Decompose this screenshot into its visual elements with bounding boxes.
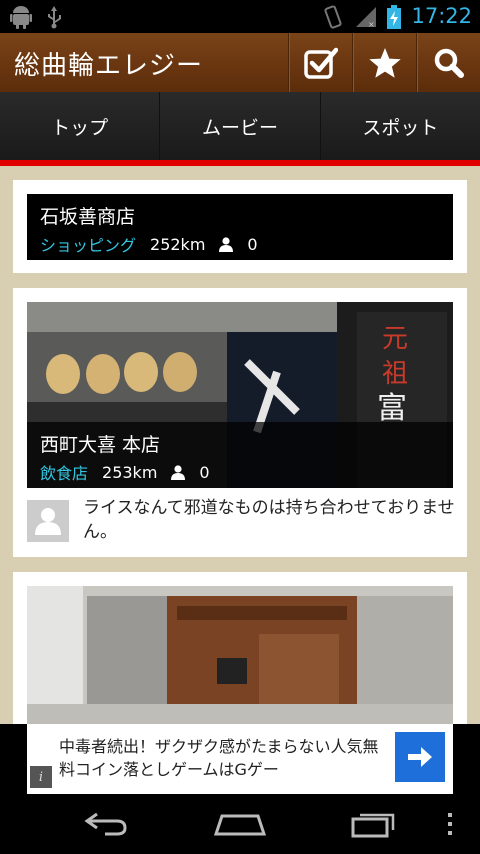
spot-distance: 253km <box>102 462 158 482</box>
ad-action-button[interactable] <box>395 732 445 782</box>
checkbox-icon <box>303 47 338 79</box>
menu-button[interactable] <box>430 806 470 842</box>
spot-card[interactable]: 元 祖 富 西町大喜 本店 飲食店 253km 0 ライスなんて邪道なものは持ち… <box>13 288 467 557</box>
spot-title: 西町大喜 本店 <box>40 434 161 456</box>
signal-icon: × <box>356 6 377 28</box>
comment-text: ライスなんて邪道なものは持ち合わせておりません。 <box>83 498 455 542</box>
action-bar: 総曲輪エレジー <box>0 33 480 92</box>
ad-banner: 中毒者続出！ザクザク感がたまらない人気無料コイン落としゲームはGゲー i <box>0 724 480 794</box>
tab-label: トップ <box>51 116 109 139</box>
back-button[interactable] <box>66 806 146 842</box>
spot-user-count: 0 <box>199 462 210 482</box>
tab-label: スポット <box>362 116 439 139</box>
svg-text:祖: 祖 <box>382 359 408 389</box>
vibrate-icon <box>324 4 343 29</box>
svg-text:×: × <box>368 20 375 28</box>
status-bar: × 17:22 <box>0 0 480 33</box>
overflow-menu-icon <box>448 813 452 835</box>
tab-movie[interactable]: ムービー <box>160 92 321 160</box>
spot-category: ショッピング <box>40 236 137 255</box>
spot-card[interactable]: 石坂善商店 ショッピング 252km 0 <box>13 180 467 273</box>
user-icon <box>171 464 186 480</box>
star-icon <box>368 47 401 78</box>
tab-bar: トップ ムービー スポット <box>0 92 480 160</box>
svg-text:元: 元 <box>382 324 408 354</box>
spot-comment: ライスなんて邪道なものは持ち合わせておりません。 <box>27 498 455 546</box>
spot-user-count: 0 <box>247 234 258 254</box>
back-icon <box>84 812 127 836</box>
default-user-icon <box>35 508 61 535</box>
home-button[interactable] <box>200 806 280 842</box>
spot-info-panel: 石坂善商店 ショッピング 252km 0 <box>27 194 453 260</box>
battery-charging-icon <box>387 4 402 29</box>
spot-title: 石坂善商店 <box>40 206 136 228</box>
tab-spot[interactable]: スポット <box>321 92 480 160</box>
recent-apps-icon <box>351 813 395 838</box>
spot-list: 石坂善商店 ショッピング 252km 0 元 祖 富 西町大喜 本店 飲食店 2… <box>0 166 480 724</box>
tab-top[interactable]: トップ <box>0 92 161 160</box>
search-icon <box>434 48 464 78</box>
recent-apps-button[interactable] <box>334 806 414 842</box>
spot-distance: 252km <box>150 234 206 254</box>
spot-category: 飲食店 <box>40 464 89 483</box>
storefront-image <box>27 586 453 724</box>
ad-content[interactable]: 中毒者続出！ザクザク感がたまらない人気無料コイン落としゲームはGゲー <box>27 724 453 794</box>
spot-info-overlay: 西町大喜 本店 飲食店 253km 0 <box>27 422 453 488</box>
system-nav-bar <box>0 794 480 854</box>
app-title: 総曲輪エレジー <box>14 51 204 81</box>
tab-label: ムービー <box>201 116 278 139</box>
arrow-right-icon <box>408 747 432 767</box>
search-button[interactable] <box>416 33 480 92</box>
ad-text: 中毒者続出！ザクザク感がたまらない人気無料コイン落としゲームはGゲー <box>59 737 379 779</box>
home-icon <box>214 814 266 836</box>
android-icon <box>10 6 32 29</box>
avatar <box>27 500 69 542</box>
clock: 17:22 <box>411 4 472 28</box>
spot-meta: 飲食店 253km 0 <box>40 460 210 484</box>
checkin-button[interactable] <box>288 33 352 92</box>
usb-icon <box>48 6 61 29</box>
spot-photo <box>27 586 453 724</box>
favorite-button[interactable] <box>352 33 416 92</box>
spot-card[interactable] <box>13 572 467 724</box>
info-icon[interactable]: i <box>30 766 52 788</box>
svg-text:富: 富 <box>377 391 407 426</box>
spot-photo: 元 祖 富 西町大喜 本店 飲食店 253km 0 <box>27 302 453 488</box>
user-icon <box>219 236 234 252</box>
spot-meta: ショッピング 252km 0 <box>40 232 258 256</box>
